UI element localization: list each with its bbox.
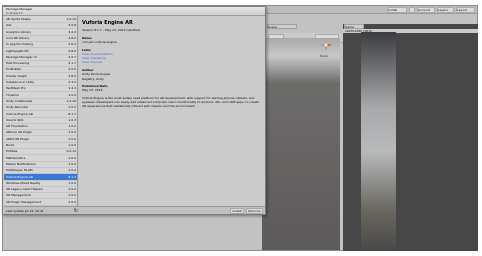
filter-dropdown[interactable]: In Project ▾ [6, 11, 46, 15]
layers-dropdown[interactable]: Layers [437, 7, 454, 13]
package-name: XR Plugin Management [6, 199, 41, 204]
package-version: 1.4.1 [68, 86, 76, 91]
cloud-button[interactable] [409, 7, 415, 13]
package-name: Xiaomi SDK [6, 117, 24, 122]
package-version: 1.0.0 [68, 161, 76, 166]
package-version: 1.0.2 [68, 105, 76, 110]
package-name: ARCore XR Plugin [6, 130, 33, 135]
package-manager-footer: Last update Jul 14, 10:41 ↻ Install Remo… [4, 206, 265, 214]
package-version: 1.0.0 [68, 180, 76, 185]
package-name: TextMesh Pro [6, 86, 26, 91]
package-detail-panel: Vuforia Engine AR Version 8.1.7 – May 23… [79, 16, 265, 206]
package-name: Post Processing [6, 61, 30, 66]
package-version: 0.0.12 [66, 149, 76, 154]
package-name: Burst [6, 143, 14, 147]
package-name: Vuforia Engine AR [6, 174, 33, 179]
package-version: 1.0.0 [68, 92, 76, 97]
package-version: 1.0.0 [68, 193, 76, 198]
author-value: Unity Technologies [82, 72, 111, 76]
package-version: 4.0.5 [68, 67, 76, 72]
package-name: Unity Collaborate [6, 98, 33, 103]
refresh-icon[interactable]: ↻ [73, 208, 79, 214]
package-version: 8.1.7 [68, 174, 76, 179]
package-name: Vuforia Engine AR [6, 111, 33, 116]
package-version: 1.2.16 [66, 98, 76, 103]
install-button[interactable]: Install [230, 208, 244, 214]
package-name: Lightweight RP [6, 48, 29, 53]
package-version: 1.0.2 [68, 168, 76, 173]
package-version: 2.3.2 [68, 80, 76, 84]
persp-label: Persp [320, 54, 329, 58]
package-list-item[interactable]: XR Plugin Management 2.0.0 [4, 199, 77, 206]
package-version: 4.8.0 [68, 48, 76, 53]
package-version: 1.0.0 [68, 130, 76, 135]
package-name: Unity Recorder [6, 105, 29, 110]
package-version: 2.0.7 [68, 54, 76, 59]
package-version: 1.0.3 [68, 117, 76, 122]
game-render [361, 32, 396, 250]
package-name: Substance in Unity [6, 80, 35, 84]
scene-view[interactable] [262, 38, 340, 250]
collab-dropdown[interactable]: Collab [387, 7, 407, 13]
package-name: ARKit XR Plugin [6, 136, 30, 141]
package-version: 1.0.0 [68, 136, 76, 141]
package-name: Ads [6, 23, 12, 28]
package-version: 8.1.7 [68, 111, 76, 116]
account-dropdown[interactable]: Account [417, 7, 435, 13]
registry-value: Registry: Unity [82, 77, 104, 81]
package-name: Analytics Library [6, 29, 32, 34]
package-name: In App Purchasing [6, 42, 33, 47]
package-version: 1.0.10 [66, 17, 76, 21]
package-version: 2.0.0 [68, 199, 76, 204]
scene-orientation-gizmo[interactable] [318, 37, 334, 53]
package-name: ProBuilder [6, 67, 22, 72]
package-version: 1.0.0 [68, 187, 76, 192]
package-manager-window: Package Manager In Project ▾ 2D Sprite S… [2, 6, 266, 215]
package-list: 2D Sprite Shape 1.0.10 Ads 2.0.8 Analytics L… [4, 16, 78, 206]
package-description: Vuforia Engine is the most widely used p… [82, 96, 260, 108]
package-version: 1.0.0 [68, 155, 76, 160]
package-name: Mathematics [6, 155, 26, 160]
package-name: Entities [6, 149, 18, 154]
layout-dropdown[interactable]: Layout [456, 7, 475, 13]
package-name: AR Foundation [6, 124, 28, 129]
detail-title: Vuforia Engine AR [82, 20, 133, 26]
tab-scene[interactable]: Scene [267, 24, 297, 29]
published-value: May 23, 2019 [82, 88, 103, 92]
package-name: XR Management [6, 193, 31, 198]
name-value: com.ptc.vuforia.engine [82, 40, 117, 44]
package-name: 2D Sprite Shape [6, 17, 31, 21]
package-version: 2.1.7 [68, 61, 76, 66]
package-name: Timeline [6, 92, 19, 97]
package-name: Package Manager UI [6, 54, 37, 59]
last-update-status: Last update Jul 14, 10:41 [6, 209, 44, 213]
package-version: 4.8.0 [68, 73, 76, 78]
package-version: 2.0.8 [68, 23, 76, 28]
package-version: 3.2.2 [68, 29, 76, 34]
package-version: 4.8.0 [68, 35, 76, 40]
package-name: Shader Graph [6, 73, 27, 78]
remove-button[interactable]: Remove [246, 208, 263, 214]
package-version: 2.0.3 [68, 42, 76, 47]
package-name: Mobile Notifications [6, 161, 36, 166]
licenses-link[interactable]: View licenses [82, 60, 102, 64]
package-version: 1.0.0 [68, 124, 76, 129]
package-version: 1.0.0 [68, 143, 76, 147]
package-name: XR Legacy Input Helpers [6, 187, 43, 192]
detail-version: Version 8.1.7 – May 23, 2019 (Verified) [82, 28, 141, 32]
package-name: Windows Mixed Reality [6, 180, 41, 185]
package-name: Multiplayer HLAPI [6, 168, 33, 173]
package-name: Core RP Library [6, 35, 30, 40]
package-manager-titlebar[interactable]: Package Manager In Project ▾ [3, 7, 265, 16]
